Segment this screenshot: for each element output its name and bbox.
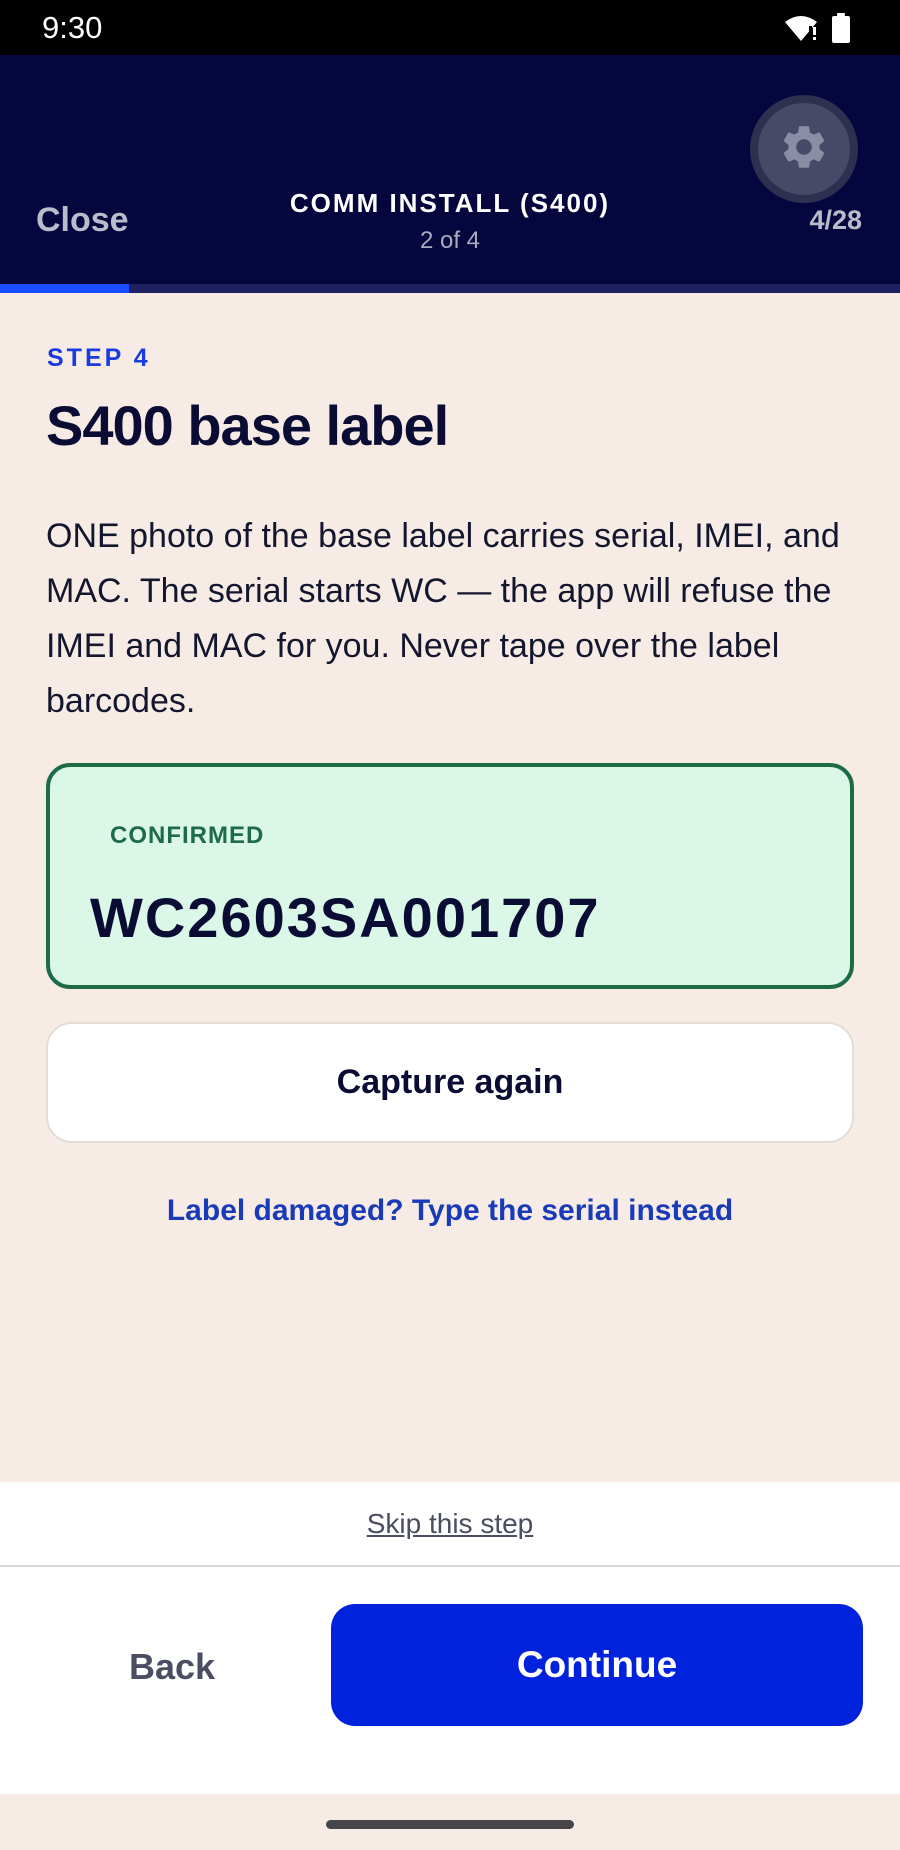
confirmed-label: CONFIRMED [110,822,265,849]
step-count: 4/28 [809,205,862,235]
capture-again-button[interactable]: Capture again [46,1022,854,1143]
back-button[interactable]: Back [40,1607,304,1727]
gesture-bar [0,1794,900,1850]
step-description: ONE photo of the base label carries seri… [46,517,840,720]
settings-button[interactable] [750,95,858,203]
status-icons [784,12,850,43]
page-title: S400 base label [46,394,449,457]
progress-bar [0,284,900,293]
battery-icon [832,12,850,43]
status-time: 9:30 [42,9,103,45]
step-label: STEP 4 [47,344,151,372]
status-bar: 9:30 [0,0,900,55]
flow-title: COMM INSTALL (S400) [289,188,611,218]
continue-button[interactable]: Continue [331,1604,863,1726]
wifi-icon [784,14,818,42]
confirmed-serial-card: CONFIRMED WC2603SA001707 [46,763,854,989]
footer-actions: Back Continue [0,1567,900,1794]
serial-number: WC2603SA001707 [90,886,601,949]
header: Close COMM INSTALL (S400) 2 of 4 4/28 [0,55,900,287]
skip-step-link[interactable]: Skip this step [367,1508,534,1540]
manual-entry-link[interactable]: Label damaged? Type the serial instead [0,1194,900,1228]
progress-fill [0,284,129,293]
home-indicator[interactable] [326,1820,574,1829]
flow-subtitle: 2 of 4 [419,227,481,254]
gear-icon [778,121,830,178]
skip-area: Skip this step [0,1482,900,1565]
